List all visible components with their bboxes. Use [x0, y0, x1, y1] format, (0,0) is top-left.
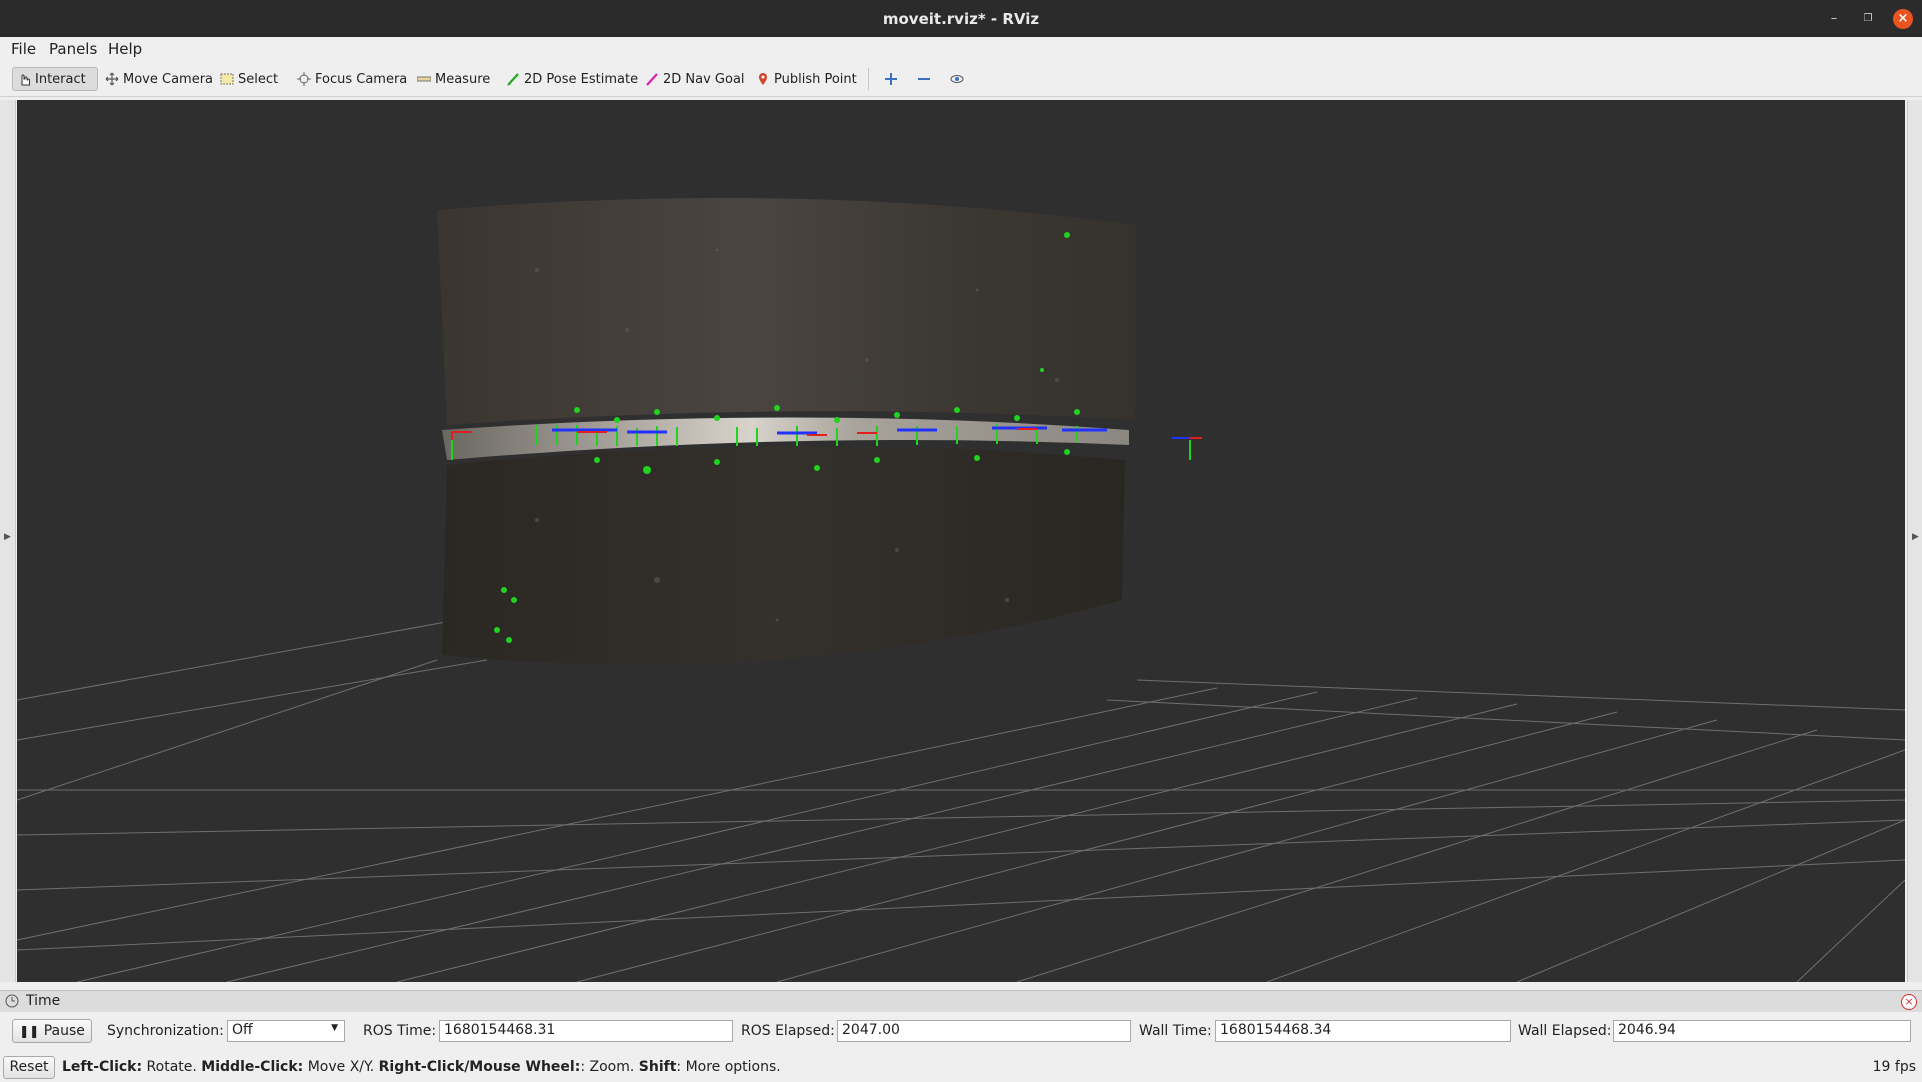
plus-icon [884, 72, 898, 86]
pipe-lower-section [442, 446, 1125, 665]
time-panel-title: Time [26, 993, 61, 1009]
nav-goal-label: 2D Nav Goal [663, 71, 745, 87]
hand-pointer-icon [17, 72, 31, 86]
focus-camera-tool-button[interactable]: Focus Camera [293, 67, 411, 91]
wall-time-label: Wall Time: [1139, 1023, 1212, 1039]
move-camera-label: Move Camera [123, 71, 214, 87]
wall-elapsed-label: Wall Elapsed: [1518, 1023, 1612, 1039]
select-tool-button[interactable]: Select [216, 67, 282, 91]
3d-render-view[interactable] [17, 100, 1905, 982]
time-panel: ❚❚ Pause Synchronization: Off ▼ ROS Time… [0, 1012, 1922, 1050]
map-pin-icon [756, 72, 770, 86]
interact-tool-button[interactable]: Interact [12, 67, 98, 91]
sync-value: Off [232, 1022, 253, 1038]
fps-readout: 19 fps [1872, 1059, 1916, 1075]
time-panel-header: Time × [0, 990, 1922, 1013]
measure-label: Measure [435, 71, 491, 87]
menubar: File Panels Help [0, 37, 1922, 62]
expand-right-icon: ▶ [1912, 532, 1919, 542]
select-label: Select [238, 71, 279, 87]
menu-help[interactable]: Help [108, 40, 142, 58]
tf-axes [1172, 437, 1202, 460]
scene-render [17, 198, 1905, 982]
ros-time-label: ROS Time: [363, 1023, 437, 1039]
selection-box-icon [220, 72, 234, 86]
clock-icon [5, 994, 19, 1012]
ros-elapsed-field[interactable]: 2047.00 [837, 1020, 1131, 1042]
ruler-icon [416, 72, 432, 86]
ros-elapsed-label: ROS Elapsed: [741, 1023, 835, 1039]
wall-time-field[interactable]: 1680154468.34 [1215, 1020, 1511, 1042]
right-dock-toggle[interactable]: ▶ [1907, 100, 1922, 982]
green-arrow-icon [506, 72, 520, 86]
toolbar: Interact Move Camera Select Focus Camera… [0, 62, 1922, 97]
view-options-button[interactable] [946, 67, 968, 91]
eye-icon [950, 72, 964, 86]
pause-label: Pause [43, 1023, 85, 1039]
publish-point-tool-button[interactable]: Publish Point [752, 67, 861, 91]
move-camera-tool-button[interactable]: Move Camera [101, 67, 217, 91]
status-hint: Left-Click: Rotate. Middle-Click: Move X… [62, 1059, 781, 1075]
ground-grid [17, 619, 1905, 982]
reset-button[interactable]: Reset [3, 1056, 55, 1079]
wall-elapsed-field[interactable]: 2046.94 [1613, 1020, 1911, 1042]
measure-tool-button[interactable]: Measure [413, 67, 494, 91]
left-dock-toggle[interactable]: ▶ [0, 100, 16, 982]
ros-time-field[interactable]: 1680154468.31 [439, 1020, 733, 1042]
publish-point-label: Publish Point [774, 71, 857, 87]
interact-label: Interact [35, 71, 86, 87]
close-icon[interactable]: × [1893, 9, 1913, 29]
expand-left-icon: ▶ [4, 532, 11, 542]
dropdown-arrow-icon: ▼ [331, 1023, 338, 1033]
pause-button[interactable]: ❚❚ Pause [12, 1019, 92, 1043]
add-tool-button[interactable] [880, 67, 902, 91]
toolbar-separator [868, 68, 869, 90]
focus-camera-label: Focus Camera [315, 71, 408, 87]
magenta-arrow-icon [645, 72, 659, 86]
menu-panels[interactable]: Panels [49, 40, 97, 58]
pose-estimate-label: 2D Pose Estimate [524, 71, 639, 87]
sync-label: Synchronization: [107, 1023, 224, 1039]
window-titlebar: moveit.rviz* - RViz – ❐ × [0, 0, 1922, 37]
restore-icon[interactable]: ❐ [1858, 9, 1878, 29]
pause-icon: ❚❚ [19, 1024, 40, 1038]
pose-estimate-tool-button[interactable]: 2D Pose Estimate [502, 67, 642, 91]
minimize-icon[interactable]: – [1824, 9, 1844, 29]
focus-target-icon [297, 72, 311, 86]
menu-file[interactable]: File [11, 40, 36, 58]
status-bar: Reset Left-Click: Rotate. Middle-Click: … [0, 1053, 1922, 1082]
pipe-upper-section [437, 198, 1137, 425]
move-arrows-icon [105, 72, 119, 86]
remove-tool-button[interactable] [913, 67, 935, 91]
window-title: moveit.rviz* - RViz [882, 10, 1040, 28]
sync-select[interactable]: Off ▼ [227, 1020, 345, 1042]
minus-icon [917, 72, 931, 86]
close-panel-icon[interactable]: × [1901, 994, 1917, 1010]
nav-goal-tool-button[interactable]: 2D Nav Goal [641, 67, 749, 91]
